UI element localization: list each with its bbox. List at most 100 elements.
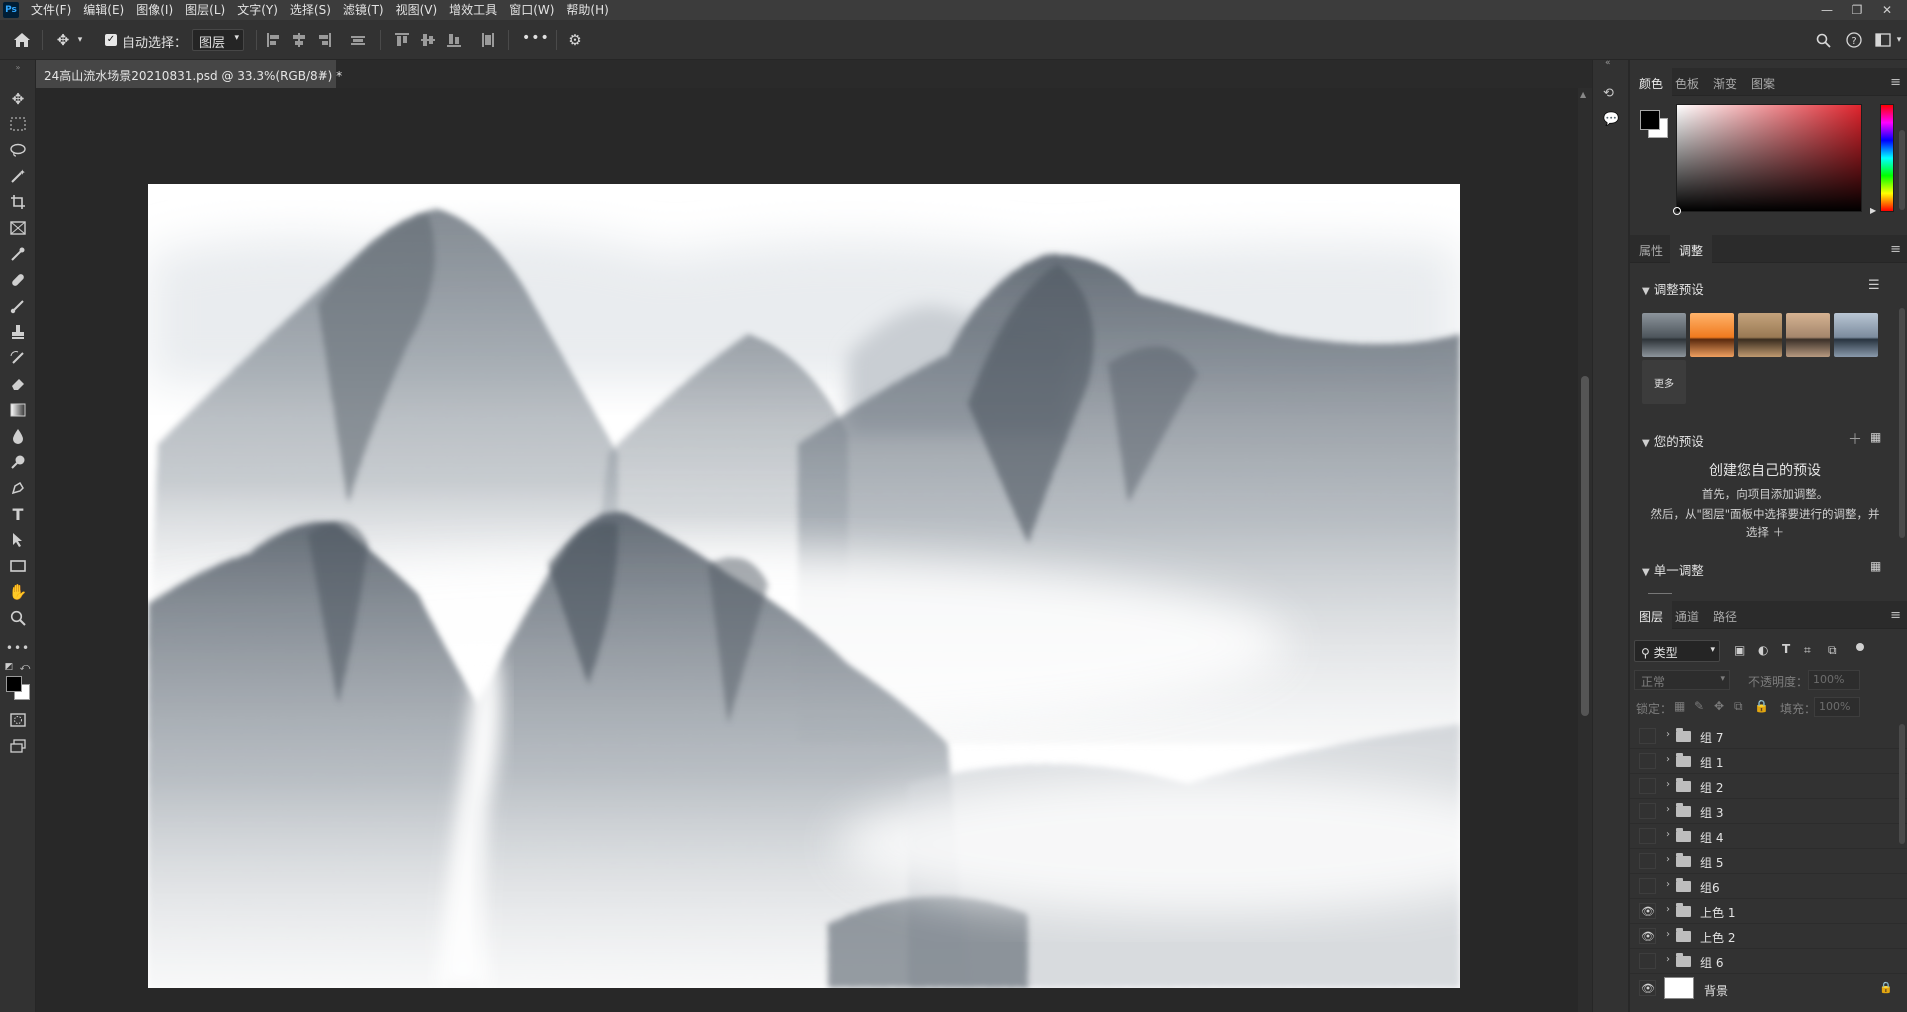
menu-file[interactable]: 文件(F) (25, 0, 77, 20)
gear-icon[interactable]: ⚙ (564, 29, 586, 51)
panel-menu-icon[interactable]: ≡ (1890, 242, 1901, 257)
layer-row[interactable]: 👁 › 上色 2 (1630, 924, 1907, 949)
lock-all-icon[interactable]: 🔒 (1754, 699, 1769, 713)
hue-slider[interactable] (1880, 104, 1894, 212)
filter-type-icon[interactable]: T (1782, 642, 1790, 656)
menu-edit[interactable]: 编辑(E) (77, 0, 130, 20)
panel-menu-icon[interactable]: ≡ (1890, 75, 1901, 90)
blur-tool-icon[interactable] (4, 424, 32, 448)
history-panel-icon[interactable]: ⟲ (1603, 86, 1621, 104)
background-layer-row[interactable]: 👁 背景 🔒 (1630, 974, 1907, 1004)
visibility-toggle[interactable]: 👁 (1639, 980, 1656, 996)
lock-pixels-brush-icon[interactable]: ✎ (1694, 699, 1704, 713)
menu-image[interactable]: 图像(I) (130, 0, 179, 20)
hue-slider-marker-icon[interactable]: ▶ (1870, 206, 1876, 215)
chevron-right-icon[interactable]: › (1666, 829, 1670, 840)
rectangle-tool-icon[interactable] (4, 554, 32, 578)
chevron-right-icon[interactable]: › (1666, 879, 1670, 890)
chevron-right-icon[interactable]: › (1666, 779, 1670, 790)
distribute-icon[interactable] (350, 32, 366, 48)
menu-view[interactable]: 视图(V) (390, 0, 444, 20)
chevron-right-icon[interactable]: › (1666, 929, 1670, 940)
scroll-up-icon[interactable]: ▲ (1580, 90, 1586, 99)
align-center-h-icon[interactable] (291, 32, 307, 48)
tab-channels[interactable]: 通道 (1666, 601, 1708, 629)
frame-tool-icon[interactable] (4, 216, 32, 240)
align-left-icon[interactable] (266, 32, 282, 48)
tab-patterns[interactable]: 图案 (1742, 68, 1784, 96)
menu-filter[interactable]: 滤镜(T) (337, 0, 390, 20)
auto-select-checkbox[interactable]: ✓ (105, 34, 117, 46)
layer-row[interactable]: 👁 › 上色 1 (1630, 899, 1907, 924)
foreground-color-swatch[interactable] (6, 676, 22, 692)
chevron-right-icon[interactable]: › (1666, 754, 1670, 765)
color-foreground-swatch[interactable] (1640, 110, 1660, 130)
magic-wand-tool-icon[interactable]: ✦ (4, 164, 32, 188)
blend-mode-dropdown[interactable]: 正常 ▾ (1634, 670, 1730, 690)
align-middle-v-icon[interactable] (420, 32, 436, 48)
crop-tool-icon[interactable] (4, 190, 32, 214)
dodge-tool-icon[interactable] (4, 450, 32, 474)
quick-mask-icon[interactable] (4, 708, 32, 732)
visibility-toggle[interactable] (1639, 778, 1656, 794)
single-adjust-header[interactable]: ▼ 单一调整 (1642, 560, 1704, 579)
menu-type[interactable]: 文字(Y) (231, 0, 284, 20)
chevron-right-icon[interactable]: › (1666, 954, 1670, 965)
more-presets-button[interactable]: 更多 (1642, 360, 1686, 404)
eraser-tool-icon[interactable] (4, 372, 32, 396)
layer-row[interactable]: › 组 1 (1630, 749, 1907, 774)
filter-pixel-icon[interactable]: ▣ (1734, 643, 1745, 657)
visibility-toggle[interactable]: 👁 (1639, 903, 1656, 919)
chevron-right-icon[interactable]: › (1666, 729, 1670, 740)
layer-row[interactable]: › 组 5 (1630, 849, 1907, 874)
tab-gradients[interactable]: 渐变 (1704, 68, 1746, 96)
collapse-dock-icon[interactable]: « (1605, 58, 1611, 68)
visibility-toggle[interactable] (1639, 853, 1656, 869)
move-tool-icon[interactable]: ✥ (4, 87, 32, 111)
zoom-tool-icon[interactable] (4, 606, 32, 630)
color-picker-cursor[interactable] (1673, 207, 1681, 215)
layer-row[interactable]: › 组6 (1630, 874, 1907, 899)
screen-mode-icon[interactable] (4, 734, 32, 758)
opacity-field[interactable]: 100% (1808, 670, 1860, 690)
layer-filter-dropdown[interactable]: ⚲ 类型 ▾ (1634, 640, 1720, 662)
layer-row[interactable]: › 组 2 (1630, 774, 1907, 799)
add-preset-icon[interactable]: ＋ (1848, 429, 1862, 449)
document-canvas[interactable] (148, 184, 1460, 988)
filter-toggle-icon[interactable] (1856, 643, 1864, 651)
help-icon[interactable]: ? (1843, 29, 1865, 51)
visibility-toggle[interactable] (1639, 753, 1656, 769)
layer-row[interactable]: › 组 7 (1630, 724, 1907, 749)
history-brush-tool-icon[interactable] (4, 346, 32, 370)
align-right-icon[interactable] (316, 32, 332, 48)
menu-select[interactable]: 选择(S) (284, 0, 337, 20)
visibility-toggle[interactable]: 👁 (1639, 928, 1656, 944)
clone-stamp-tool-icon[interactable] (4, 320, 32, 344)
panel-menu-icon[interactable]: ≡ (1890, 608, 1901, 623)
visibility-toggle[interactable] (1639, 878, 1656, 894)
adjust-presets-header[interactable]: ▼ 调整预设 (1642, 279, 1704, 298)
lock-transparent-icon[interactable]: ▦ (1674, 699, 1685, 713)
default-colors-icon[interactable]: ◩ (2, 660, 16, 674)
grid-view-icon[interactable]: ▦ (1870, 430, 1881, 444)
visibility-toggle[interactable] (1639, 828, 1656, 844)
layers-panel-scrollbar[interactable] (1899, 724, 1905, 844)
visibility-toggle[interactable] (1639, 953, 1656, 969)
scrollbar-thumb[interactable] (1581, 376, 1589, 716)
align-top-icon[interactable] (394, 32, 410, 48)
move-tool-icon[interactable]: ✥ (52, 29, 74, 51)
collapse-toolbar-icon[interactable]: » (4, 62, 32, 72)
lasso-tool-icon[interactable] (4, 138, 32, 162)
search-icon[interactable] (1812, 29, 1834, 51)
type-tool-icon[interactable]: T (4, 502, 32, 526)
comments-panel-icon[interactable]: 💬 (1603, 112, 1621, 130)
chevron-right-icon[interactable]: › (1666, 804, 1670, 815)
align-bottom-icon[interactable] (446, 32, 462, 48)
preset-thumbnail-warm[interactable] (1690, 313, 1734, 357)
gradient-tool-icon[interactable] (4, 398, 32, 422)
healing-brush-tool-icon[interactable] (4, 268, 32, 292)
edit-toolbar-icon[interactable]: ••• (4, 636, 32, 660)
document-tab[interactable]: 24高山流水场景20210831.psd @ 33.3%(RGB/8#) * × (36, 60, 342, 88)
swap-colors-icon[interactable]: ⤺ (18, 660, 32, 674)
marquee-tool-icon[interactable] (4, 112, 32, 136)
